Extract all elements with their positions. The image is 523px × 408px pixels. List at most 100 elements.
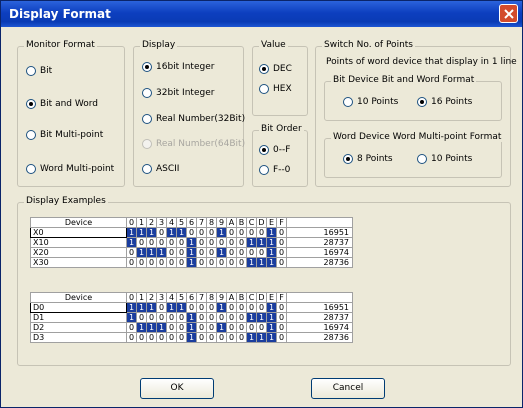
bit-column-header: 6 [186, 217, 197, 228]
radio-real-32bit[interactable]: Real Number(32Bit) [142, 114, 245, 124]
radio-ascii[interactable]: ASCII [142, 164, 179, 174]
radio-indicator [343, 97, 353, 107]
bit-cell: 1 [186, 322, 197, 333]
bit-column-header: 2 [146, 292, 157, 303]
bit-cell: 0 [166, 322, 177, 333]
radio-label: Bit [40, 66, 53, 76]
bit-column-header: D [256, 217, 267, 228]
bit-column-header: 0 [126, 292, 137, 303]
radio-hex[interactable]: HEX [259, 84, 292, 94]
bit-cell: 0 [236, 247, 247, 258]
device-column-header: Device [30, 292, 127, 303]
device-column-header: Device [30, 217, 127, 228]
bit-cell: 1 [156, 247, 167, 258]
close-button[interactable] [499, 4, 518, 23]
bit-cell: 0 [226, 237, 237, 248]
bit-cell: 0 [216, 257, 227, 268]
device-cell[interactable]: X30 [30, 257, 127, 268]
bit-cell: 1 [216, 227, 227, 238]
device-cell[interactable]: D2 [30, 322, 127, 333]
radio-indicator [26, 66, 36, 76]
bit-column-header: 1 [136, 292, 147, 303]
radio-label: 10 Points [357, 97, 399, 107]
radio-bit-16-points[interactable]: 16 Points [417, 97, 472, 107]
table-row: X0 1 1 1 0 1 1 0 0 0 1 0 0 0 0 1 0 16951 [30, 227, 353, 238]
display-examples-legend: Display Examples [24, 196, 108, 206]
value-cell: 28737 [286, 237, 353, 248]
bit-cell: 0 [236, 322, 247, 333]
bit-cell: 0 [226, 227, 237, 238]
radio-word-8-points[interactable]: 8 Points [343, 154, 393, 164]
bit-column-header: 4 [166, 292, 177, 303]
bit-cell: 0 [276, 227, 287, 238]
bit-cell: 1 [186, 312, 197, 323]
bit-cell: 0 [156, 237, 167, 248]
radio-indicator [343, 154, 353, 164]
word-device-legend: Word Device Word Multi-point Format [331, 132, 504, 142]
bit-cell: 1 [126, 312, 137, 323]
device-cell[interactable]: D1 [30, 312, 127, 323]
bit-column-header: A [226, 292, 237, 303]
bit-column-header: C [246, 217, 257, 228]
radio-32bit-integer[interactable]: 32bit Integer [142, 88, 214, 98]
title-bar[interactable]: Display Format [1, 1, 522, 27]
radio-label: 0--F [273, 145, 291, 155]
bit-cell: 0 [226, 257, 237, 268]
bit-cell: 0 [236, 257, 247, 268]
bit-cell: 1 [216, 322, 227, 333]
ok-button[interactable]: OK [140, 378, 214, 399]
radio-word-multi-point[interactable]: Word Multi-point [26, 164, 114, 174]
switch-points-group: Switch No. of Points Points of word devi… [315, 40, 517, 187]
radio-16bit-integer[interactable]: 16bit Integer [142, 62, 214, 72]
value-cell: 28737 [286, 312, 353, 323]
radio-word-10-points[interactable]: 10 Points [417, 154, 472, 164]
bit-cell: 1 [186, 247, 197, 258]
bit-column-header: 8 [206, 217, 217, 228]
device-cell[interactable]: X20 [30, 247, 127, 258]
bit-cell: 0 [256, 302, 267, 313]
bit-cell: 0 [126, 247, 137, 258]
bit-cell: 0 [196, 227, 207, 238]
radio-indicator [142, 139, 152, 149]
bit-column-header: 2 [146, 217, 157, 228]
bit-cell: 1 [166, 227, 177, 238]
bit-cell: 0 [256, 227, 267, 238]
bit-cell: 0 [196, 257, 207, 268]
bit-cell: 1 [136, 247, 147, 258]
device-cell[interactable]: X0 [30, 227, 127, 238]
bit-cell: 1 [156, 322, 167, 333]
bit-column-header: 1 [136, 217, 147, 228]
bit-cell: 0 [206, 302, 217, 313]
bit-cell: 0 [166, 332, 177, 343]
bit-cell: 0 [226, 312, 237, 323]
bit-cell: 0 [186, 302, 197, 313]
bit-cell: 0 [196, 247, 207, 258]
radio-dec[interactable]: DEC [259, 64, 292, 74]
bit-cell: 0 [246, 322, 257, 333]
bit-cell: 0 [166, 247, 177, 258]
cancel-button[interactable]: Cancel [311, 378, 385, 399]
radio-bit-order-0-f[interactable]: 0--F [259, 145, 290, 155]
bit-column-header: C [246, 292, 257, 303]
radio-bit[interactable]: Bit [26, 66, 52, 76]
device-cell[interactable]: D3 [30, 332, 127, 343]
bit-order-legend: Bit Order [259, 124, 304, 134]
bit-cell: 1 [266, 257, 277, 268]
radio-bit-multi-point[interactable]: Bit Multi-point [26, 130, 103, 140]
bit-cell: 0 [136, 312, 147, 323]
radio-indicator [259, 165, 269, 175]
radio-indicator [417, 97, 427, 107]
radio-bit-and-word[interactable]: Bit and Word [26, 99, 98, 109]
radio-bit-order-f-0[interactable]: F--0 [259, 165, 290, 175]
value-column-header [286, 292, 353, 303]
bit-device-group: Bit Device Bit and Word Format 10 Points… [324, 75, 502, 121]
bit-cell: 1 [266, 247, 277, 258]
device-cell[interactable]: X10 [30, 237, 127, 248]
bit-cell: 0 [186, 227, 197, 238]
bit-column-header: 4 [166, 217, 177, 228]
bit-cell: 1 [186, 257, 197, 268]
table-row: D2 0 1 1 1 0 0 1 0 0 1 0 0 0 0 1 0 16974 [30, 322, 353, 333]
radio-bit-10-points[interactable]: 10 Points [343, 97, 398, 107]
switch-points-description: Points of word device that display in 1 … [326, 57, 517, 67]
device-cell[interactable]: D0 [30, 302, 127, 313]
